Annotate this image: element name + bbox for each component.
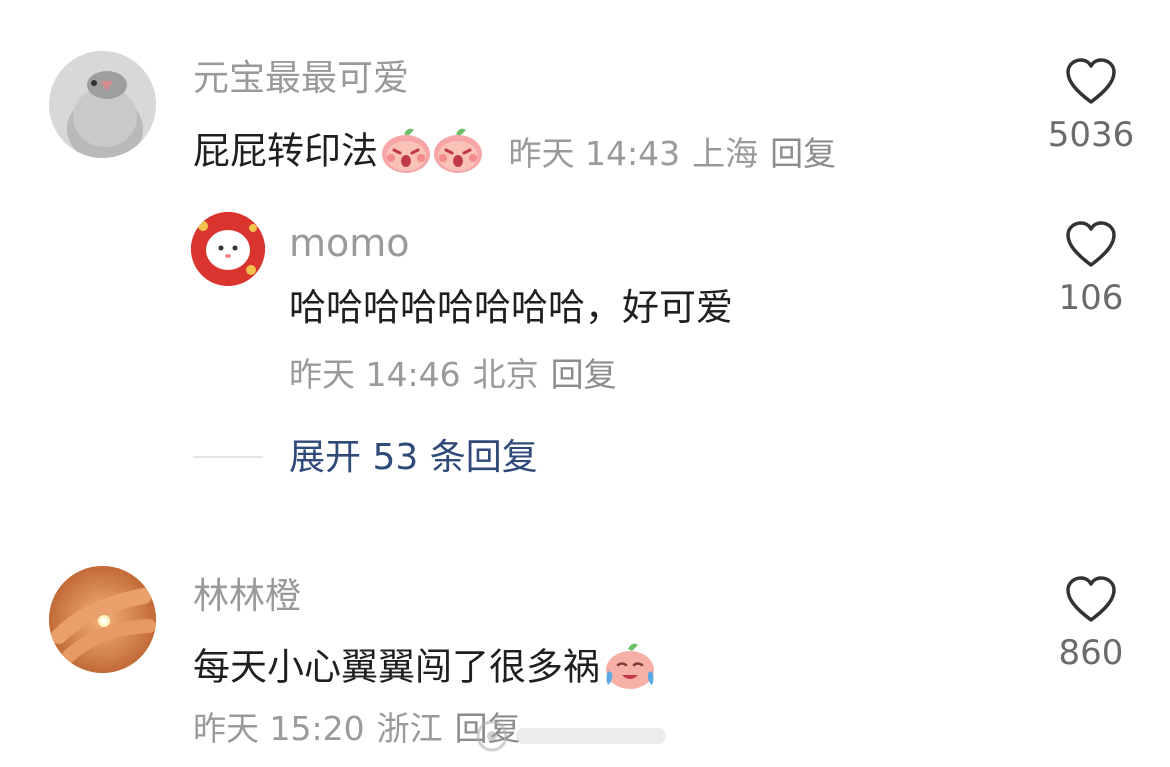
like-count: 106 — [1058, 278, 1124, 318]
comment-text: 屁屁转印法 昨天 14:43 上海 回复 — [193, 126, 848, 180]
peach-face-emoji-icon — [432, 126, 484, 180]
comment-time: 昨天 14:43 — [508, 133, 681, 173]
reply-button[interactable]: 回复 — [551, 355, 617, 394]
comment-username[interactable]: 元宝最最可爱 — [193, 61, 409, 97]
heart-outline-icon — [1066, 58, 1116, 104]
comment-text-content: 每天小心翼翼闯了很多祸 — [193, 645, 600, 689]
comment-time: 昨天 15:20 — [193, 709, 365, 748]
reply-meta: 昨天 14:46 北京 回复 — [289, 358, 629, 391]
comment-location: 上海 — [692, 133, 759, 173]
heart-outline-icon — [1066, 221, 1116, 267]
like-count: 5036 — [1047, 115, 1135, 155]
avatar[interactable] — [49, 51, 156, 158]
avatar-bird-icon — [49, 51, 156, 158]
crying-peach-emoji-icon — [602, 641, 658, 697]
comment-text: 每天小心翼翼闯了很多祸 — [193, 641, 658, 697]
watermark-icon — [470, 716, 680, 756]
comment-text-content: 屁屁转印法 — [193, 129, 378, 173]
avatar[interactable] — [191, 212, 265, 286]
comment-location: 浙江 — [376, 709, 443, 748]
reply-username[interactable]: momo — [289, 224, 410, 262]
peach-face-emoji-icon — [380, 126, 432, 180]
heart-outline-icon — [1066, 576, 1116, 622]
reply-button[interactable]: 回复 — [770, 134, 836, 173]
reply-location: 北京 — [472, 355, 539, 394]
expand-divider — [193, 456, 263, 458]
reply-text: 哈哈哈哈哈哈哈哈，好可爱 — [289, 286, 733, 329]
comment-meta: 昨天 14:43 上海 回复 — [498, 134, 848, 173]
like-button[interactable]: 106 — [1036, 221, 1146, 315]
expand-replies-button[interactable]: 展开 53 条回复 — [289, 440, 538, 476]
like-count: 860 — [1058, 633, 1124, 673]
avatar-hand-ring-icon — [49, 566, 156, 673]
comment-username[interactable]: 林林橙 — [193, 579, 301, 615]
reply-time: 昨天 14:46 — [289, 355, 461, 394]
like-button[interactable]: 5036 — [1036, 58, 1146, 152]
avatar-cartoon-icon — [191, 212, 265, 286]
like-button[interactable]: 860 — [1036, 576, 1146, 670]
avatar[interactable] — [49, 566, 156, 673]
